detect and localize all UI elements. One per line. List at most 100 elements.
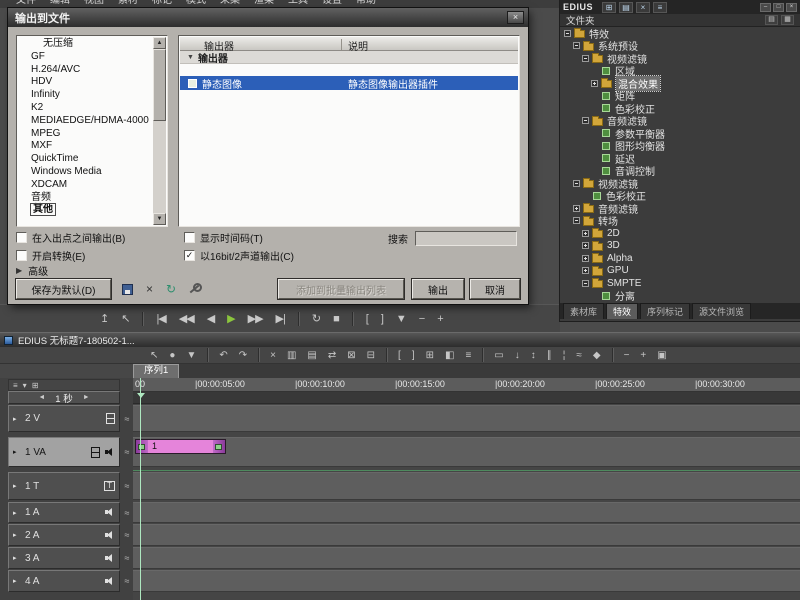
- track-lane-3a[interactable]: [133, 547, 800, 569]
- video-channel-icon[interactable]: [91, 446, 100, 458]
- save-as-default-button[interactable]: 保存为默认(D): [16, 279, 111, 299]
- track-expander-icon[interactable]: ▸: [13, 415, 21, 423]
- track-lane-1t[interactable]: [133, 472, 800, 500]
- maximize-button[interactable]: □: [773, 2, 784, 12]
- prev-edit-icon[interactable]: |◀: [156, 312, 166, 325]
- track-resize-handle[interactable]: ≈: [121, 507, 133, 519]
- audio-channel-icon[interactable]: [105, 447, 115, 457]
- zoom-in-icon[interactable]: +: [640, 350, 646, 361]
- icon-view-icon[interactable]: ▦: [781, 15, 794, 25]
- save-icon[interactable]: ▼: [186, 350, 196, 361]
- track-lane-2v[interactable]: [133, 405, 800, 432]
- format-item[interactable]: HDV: [17, 76, 167, 89]
- table-group-row[interactable]: ▼ 输出器: [180, 51, 518, 65]
- close-button[interactable]: ×: [786, 2, 797, 12]
- track-resize-handle[interactable]: ≈: [121, 480, 133, 492]
- track-expander-icon[interactable]: ▸: [13, 448, 21, 456]
- rewind-icon[interactable]: ◀◀: [179, 312, 195, 325]
- show-timecode-checkbox[interactable]: [184, 232, 195, 243]
- add-clip-icon[interactable]: ⊞: [426, 350, 434, 361]
- paste-icon[interactable]: ▤: [307, 350, 316, 361]
- tree-item[interactable]: 矩阵: [560, 90, 800, 103]
- tree-item[interactable]: 特效: [560, 27, 800, 41]
- scroll-up-icon[interactable]: ▲: [153, 37, 166, 49]
- tree-item[interactable]: Alpha: [560, 252, 800, 265]
- 16bit-2ch-output-checkbox[interactable]: ✓: [184, 250, 195, 261]
- tree-expander-icon[interactable]: [591, 79, 598, 87]
- tree-expander-icon[interactable]: [582, 267, 589, 275]
- format-item[interactable]: MEDIAEDGE/HDMA-4000: [17, 115, 167, 128]
- delete-icon[interactable]: ⊠: [347, 350, 355, 361]
- output-between-inout-checkbox[interactable]: [16, 232, 27, 243]
- tree-expander-icon[interactable]: [573, 204, 580, 212]
- set-out-icon[interactable]: ]: [412, 350, 415, 361]
- panel-tab[interactable]: 素材库: [563, 303, 605, 319]
- add-to-timeline-icon[interactable]: ⊞: [602, 1, 617, 13]
- track-resize-handle[interactable]: ≈: [121, 575, 133, 587]
- timeline-title-bar[interactable]: EDIUS 无标题7-180502-1...: [0, 333, 800, 347]
- scroll-down-icon[interactable]: ▼: [153, 213, 166, 225]
- track-resize-handle[interactable]: ≈: [121, 529, 133, 541]
- tree-expander-icon[interactable]: [582, 254, 589, 262]
- ripple-delete-icon[interactable]: ⊟: [367, 350, 375, 361]
- track-lane-2a[interactable]: [133, 524, 800, 546]
- capture-icon[interactable]: ●: [169, 350, 175, 361]
- tree-item[interactable]: SMPTE: [560, 277, 800, 290]
- tree-item[interactable]: 视频滤镜: [560, 177, 800, 191]
- set-out-icon[interactable]: ]: [381, 313, 384, 325]
- audio-channel-icon[interactable]: [105, 553, 115, 563]
- format-item[interactable]: Windows Media: [17, 166, 167, 179]
- menu-item[interactable]: 文件: [16, 0, 36, 8]
- sync-lock-icon[interactable]: ∥: [547, 350, 552, 361]
- preset-tools-icon[interactable]: [189, 283, 203, 295]
- menu-item[interactable]: 渲染: [254, 0, 274, 8]
- tree-item[interactable]: 音频滤镜: [560, 202, 800, 216]
- track-header-1a[interactable]: ▸ 1 A: [8, 502, 120, 523]
- copy-icon[interactable]: ▥: [287, 350, 296, 361]
- loop-icon[interactable]: ↻: [312, 312, 321, 325]
- column-separator[interactable]: [341, 39, 342, 50]
- menu-item[interactable]: 帮助: [356, 0, 376, 8]
- tree-item[interactable]: 视频滤镜: [560, 52, 800, 66]
- sequence-tab[interactable]: 序列1: [133, 364, 180, 378]
- minimize-button[interactable]: –: [760, 2, 771, 12]
- scrollbar-thumb[interactable]: [153, 49, 166, 121]
- audio-channel-icon[interactable]: [105, 576, 115, 586]
- exporter-row-selected[interactable]: 静态图像 静态图像输出器插件: [180, 76, 518, 91]
- tree-item[interactable]: 音调控制: [560, 165, 800, 178]
- track-menu-icon[interactable]: ≡: [13, 381, 18, 390]
- format-item[interactable]: MXF: [17, 140, 167, 153]
- format-item[interactable]: 其他: [17, 203, 167, 217]
- tree-item[interactable]: 分离: [560, 290, 800, 303]
- delete-preset-icon[interactable]: ×: [146, 283, 153, 295]
- track-header-1va[interactable]: ▸ 1 VA: [8, 437, 120, 467]
- panel-tab[interactable]: 序列标记: [640, 303, 691, 319]
- delete-icon[interactable]: ×: [636, 1, 651, 13]
- tree-expander-icon[interactable]: [564, 29, 571, 37]
- waveform-icon[interactable]: ≈: [576, 350, 582, 361]
- frame-back-icon[interactable]: ◀: [207, 312, 216, 325]
- track-header-1t[interactable]: ▸ 1 T T: [8, 472, 120, 500]
- tree-item[interactable]: 区域: [560, 65, 800, 78]
- format-item[interactable]: QuickTime: [17, 153, 167, 166]
- format-item[interactable]: MPEG: [17, 128, 167, 141]
- timeline-clip[interactable]: 1: [135, 439, 226, 454]
- pointer-icon[interactable]: ↖: [150, 350, 158, 361]
- close-icon[interactable]: ×: [507, 11, 524, 24]
- add-marker-icon[interactable]: ▼: [396, 313, 407, 325]
- format-item[interactable]: GF: [17, 51, 167, 64]
- tree-expander-icon[interactable]: [582, 229, 589, 237]
- track-lane-4a[interactable]: [133, 570, 800, 592]
- stop-icon[interactable]: ■: [333, 313, 340, 325]
- track-header-2v[interactable]: ▸ 2 V: [8, 405, 120, 432]
- tree-item[interactable]: 色彩校正: [560, 190, 800, 203]
- folder-bar[interactable]: 文件夹 ▤ ▦: [560, 14, 800, 27]
- cancel-button[interactable]: 取消: [470, 279, 520, 299]
- enable-conversion-checkbox[interactable]: [16, 250, 27, 261]
- format-item[interactable]: 无压缩: [17, 38, 167, 51]
- menu-item[interactable]: 设置: [322, 0, 342, 8]
- settings-icon[interactable]: ▣: [657, 350, 666, 361]
- cut-icon[interactable]: ×: [270, 350, 276, 361]
- insert-mode-icon[interactable]: ↓: [515, 350, 520, 361]
- track-expander-icon[interactable]: ▸: [13, 482, 21, 490]
